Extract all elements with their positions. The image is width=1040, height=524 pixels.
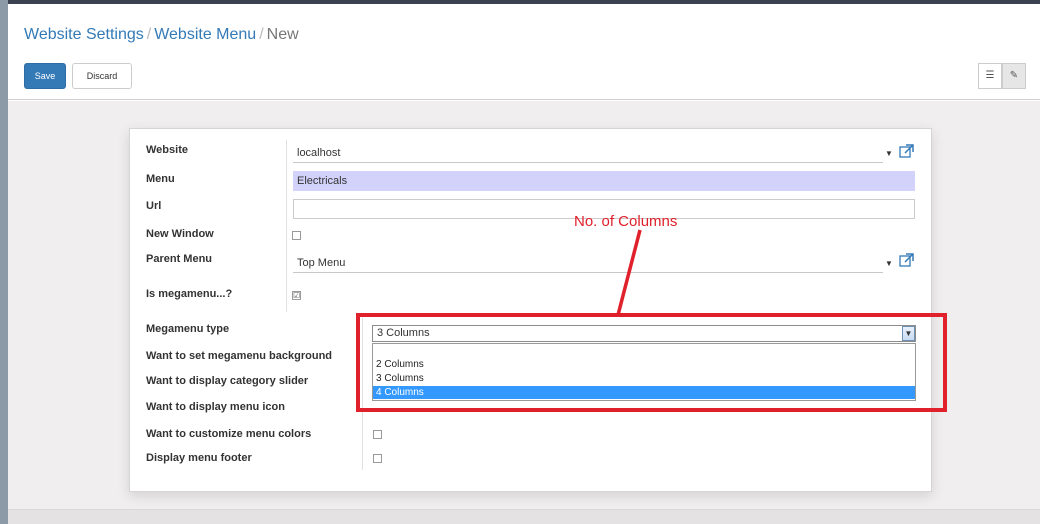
annotation-arrow [616, 229, 642, 316]
annotation-label: No. of Columns [574, 213, 678, 230]
